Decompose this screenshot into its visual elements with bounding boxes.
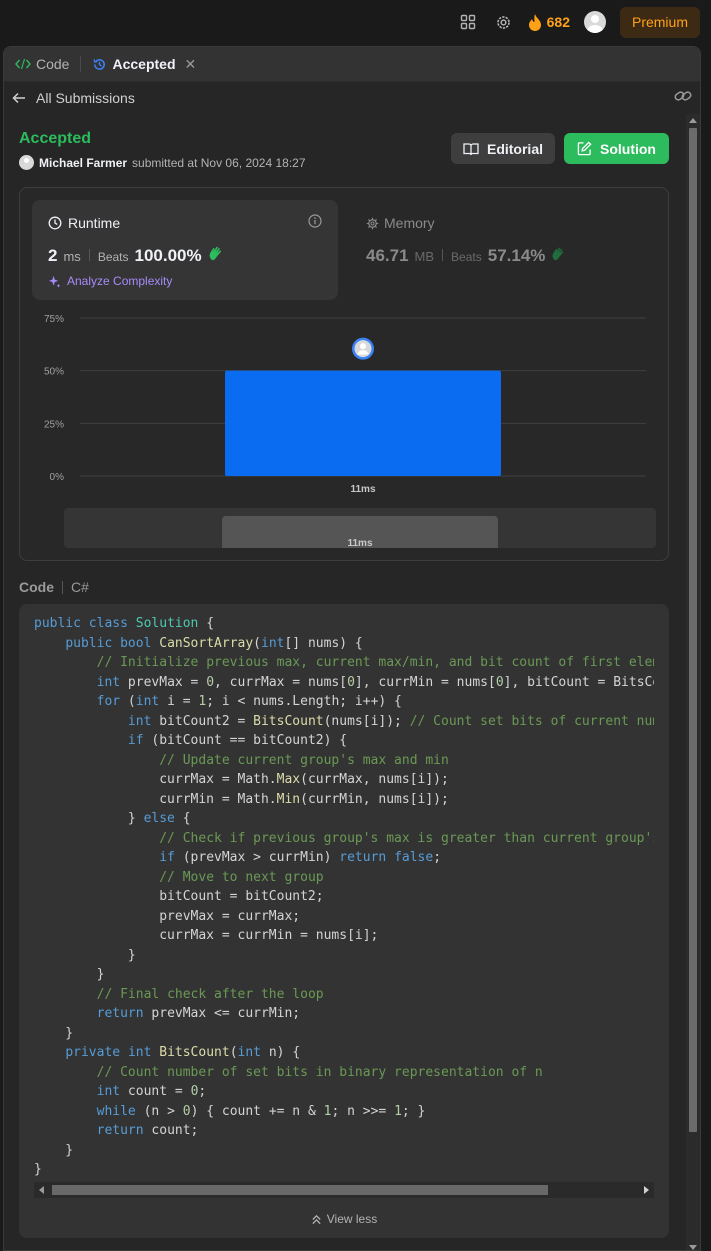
- clap-icon: [552, 247, 564, 261]
- source-code: public class Solution { public bool CanS…: [34, 616, 654, 1177]
- chevrons-up-icon: [312, 1214, 321, 1224]
- user-avatar[interactable]: [583, 11, 606, 33]
- vertical-scrollbar[interactable]: [686, 114, 700, 1250]
- scroll-down-arrow-icon[interactable]: [689, 1245, 697, 1250]
- top-bar: 682 Premium: [0, 0, 711, 44]
- solution-label: Solution: [600, 140, 656, 157]
- memory-title: Memory: [366, 215, 435, 231]
- analyze-label: Analyze Complexity: [67, 274, 173, 288]
- history-icon: [94, 58, 106, 70]
- horizontal-scrollbar[interactable]: [34, 1182, 654, 1198]
- tab-code-label: Code: [36, 56, 70, 72]
- bar: [225, 370, 501, 476]
- view-less-label: View less: [326, 1212, 378, 1226]
- tab-accepted[interactable]: Accepted ✕: [89, 47, 199, 82]
- gear-icon[interactable]: [486, 4, 522, 40]
- runtime-value: 2: [48, 246, 58, 265]
- analyze-complexity-link[interactable]: Analyze Complexity: [48, 274, 172, 288]
- panel-tabs: Code Accepted ✕: [4, 47, 700, 82]
- submission-byline: Michael Farmer submitted at Nov 06, 2024…: [19, 155, 306, 170]
- range-selector-label: 11ms: [347, 538, 373, 548]
- link-icon[interactable]: [674, 89, 692, 106]
- editorial-label: Editorial: [486, 140, 543, 157]
- sub-navigation: All Submissions: [4, 82, 700, 113]
- memory-beats-label: Beats: [451, 250, 482, 264]
- scroll-right-arrow-icon[interactable]: [644, 1186, 649, 1194]
- y-tick-label: 50%: [44, 367, 64, 378]
- back-label: All Submissions: [36, 89, 135, 106]
- y-tick-label: 0%: [50, 472, 65, 483]
- chip-icon: [366, 217, 379, 229]
- horizontal-scroll-thumb[interactable]: [52, 1185, 548, 1195]
- submission-status: Accepted: [19, 130, 92, 147]
- clap-icon: [209, 246, 221, 261]
- runtime-beats-value: 100.00%: [134, 246, 202, 265]
- memory-beats-value: 57.14%: [487, 246, 546, 265]
- back-to-submissions[interactable]: All Submissions: [12, 90, 135, 106]
- memory-divider: [442, 249, 444, 261]
- scroll-left-arrow-icon[interactable]: [39, 1186, 44, 1194]
- performance-card: Runtime 2 ms Beats 100.00% Analyze Compl…: [19, 187, 669, 561]
- y-tick-label: 25%: [44, 419, 64, 430]
- info-icon[interactable]: [308, 214, 322, 231]
- arrow-left-icon: [12, 92, 25, 103]
- runtime-beats-label: Beats: [97, 250, 129, 264]
- submission-content: Accepted Michael Farmer submitted at Nov…: [4, 114, 686, 1250]
- submitter-avatar: [19, 155, 34, 170]
- runtime-distribution-chart: 0% 25% 50% 75% 11ms: [44, 314, 646, 495]
- code-header-divider: [62, 580, 63, 594]
- x-tick-label: 11ms: [350, 484, 375, 495]
- vertical-scroll-thumb[interactable]: [689, 128, 697, 1132]
- sparkle-icon: [48, 275, 61, 288]
- streak-counter[interactable]: 682: [528, 13, 570, 31]
- layout-grid-icon[interactable]: [450, 4, 486, 40]
- submitted-at: submitted at Nov 06, 2024 18:27: [132, 155, 306, 170]
- streak-count: 682: [546, 14, 570, 30]
- scroll-up-arrow-icon[interactable]: [689, 118, 697, 123]
- runtime-unit: ms: [63, 249, 81, 264]
- code-content[interactable]: public class Solution { public bool CanS…: [34, 614, 654, 1184]
- editorial-button[interactable]: Editorial: [451, 133, 555, 164]
- edit-icon: [577, 141, 592, 156]
- chart-range-selector[interactable]: 11ms: [64, 508, 656, 548]
- code-brackets-icon: [15, 58, 31, 70]
- code-label: Code: [19, 579, 54, 595]
- runtime-divider: [88, 249, 90, 261]
- memory-unit: MB: [414, 249, 435, 264]
- premium-button[interactable]: Premium: [619, 6, 700, 38]
- tab-divider: [80, 56, 82, 72]
- memory-title-text: Memory: [384, 215, 435, 231]
- runtime-box[interactable]: Runtime 2 ms Beats 100.00% Analyze Compl…: [32, 200, 338, 300]
- user-marker-head: [360, 343, 366, 350]
- submitter-name[interactable]: Michael Farmer: [39, 156, 127, 170]
- runtime-title-text: Runtime: [68, 215, 121, 231]
- submission-panel: Code Accepted ✕ All Submissions Accepted…: [3, 46, 701, 1251]
- runtime-line: 2 ms Beats 100.00%: [48, 246, 224, 266]
- solution-button[interactable]: Solution: [564, 133, 669, 164]
- book-icon: [463, 142, 479, 155]
- flame-icon: [528, 13, 541, 31]
- close-icon[interactable]: ✕: [185, 56, 197, 73]
- runtime-title: Runtime: [48, 215, 120, 231]
- clock-icon: [48, 216, 62, 230]
- tab-code[interactable]: Code: [12, 47, 72, 82]
- y-tick-label: 75%: [44, 314, 64, 325]
- code-language: C#: [71, 579, 89, 595]
- code-header: Code C#: [19, 579, 89, 595]
- code-viewer[interactable]: public class Solution { public bool CanS…: [19, 604, 669, 1238]
- view-less-button[interactable]: View less: [19, 1212, 669, 1226]
- memory-box[interactable]: Memory 46.71 MB Beats 57.14%: [364, 200, 644, 300]
- memory-value: 46.71: [366, 246, 409, 265]
- memory-line: 46.71 MB Beats 57.14%: [366, 246, 566, 266]
- tab-accepted-label: Accepted: [112, 56, 176, 72]
